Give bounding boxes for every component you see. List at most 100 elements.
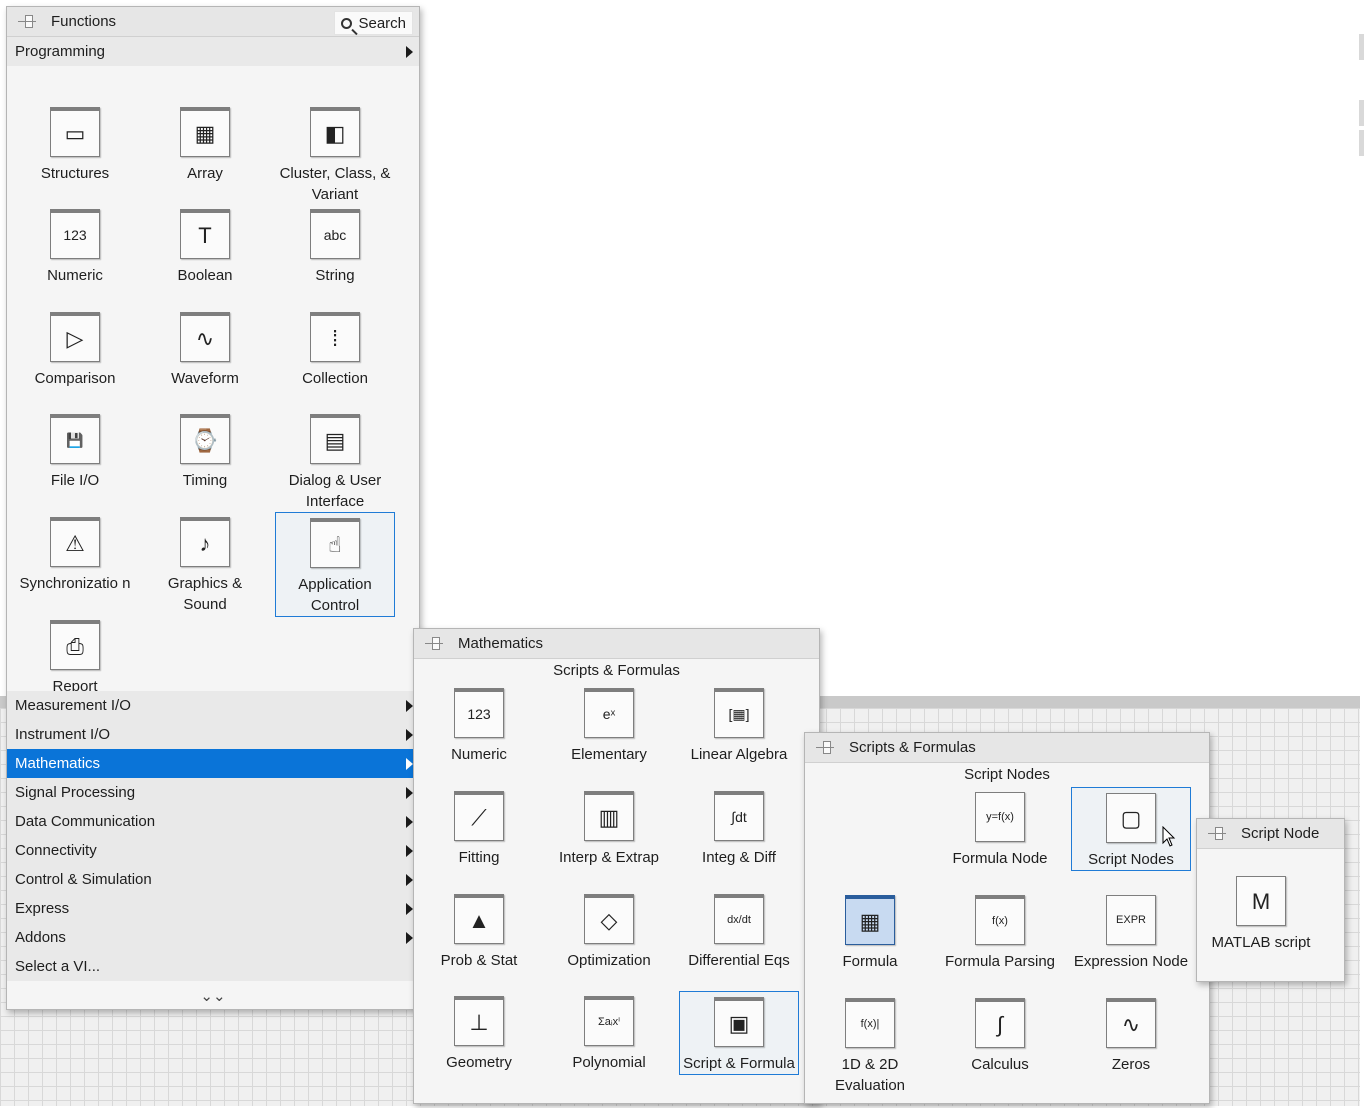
structures-palette-item[interactable]: ▭ Structures [15, 102, 135, 184]
dialog-palette-item[interactable]: ▤ Dialog & User Interface [275, 409, 395, 512]
timing-palette-item[interactable]: ⌚ Timing [145, 409, 265, 491]
submenu-arrow-icon [406, 932, 413, 944]
boolean-palette-item[interactable]: T Boolean [145, 204, 265, 286]
item-label: MATLAB script [1211, 934, 1311, 951]
icon-glyph: EXPR [1116, 913, 1146, 926]
icon-glyph: ∫ [996, 1012, 1004, 1037]
pin-icon[interactable] [17, 14, 37, 30]
optimization-palette-item[interactable]: ◇ Optimization [549, 889, 669, 971]
item-label: Array [187, 165, 223, 182]
item-label: Differential Eqs [688, 952, 790, 969]
item-label: Linear Algebra [690, 746, 788, 763]
geometry-palette-item[interactable]: ⊥ Geometry [419, 991, 539, 1073]
script-node-palette: Script Node M MATLAB script [1196, 818, 1345, 982]
icon-glyph: f(x) [992, 915, 1008, 927]
pin-icon[interactable] [1207, 826, 1227, 842]
integ-diff-palette-item[interactable]: ∫dt Integ & Diff [679, 786, 799, 868]
formula-palette-item[interactable]: ▦ Formula [810, 890, 930, 972]
expression-node-palette-item[interactable]: EXPR Expression Node [1071, 890, 1191, 972]
item-label: Prob & Stat [440, 952, 518, 969]
mathematics-title-bar[interactable]: Mathematics [414, 629, 819, 659]
item-label: Cluster, Class, & Variant [279, 165, 391, 203]
differential-eqs-palette-item[interactable]: dx/dt Differential Eqs [679, 889, 799, 971]
pin-icon[interactable] [815, 740, 835, 756]
palette-title: Scripts & Formulas [849, 739, 976, 756]
category-label: Mathematics [15, 755, 101, 772]
matlab-script-palette-item[interactable]: M MATLAB script [1201, 871, 1321, 953]
icon-glyph: ⟋ [471, 805, 487, 830]
item-label: Graphics & Sound [167, 575, 243, 613]
synchronization-palette-item[interactable]: ⚠ Synchronizatio n [15, 512, 135, 594]
item-label: Collection [302, 370, 368, 387]
icon-glyph: ∫dt [731, 809, 747, 825]
array-palette-item[interactable]: ▦ Array [145, 102, 265, 184]
search-label: Search [358, 14, 406, 32]
comparison-palette-item[interactable]: ▷ Comparison [15, 307, 135, 389]
category-label: Connectivity [15, 842, 97, 859]
polynomial-palette-item[interactable]: Σaᵢxⁱ Polynomial [549, 991, 669, 1073]
functions-title-bar[interactable]: Functions Search [7, 7, 419, 37]
script-node-title-bar[interactable]: Script Node [1197, 819, 1344, 849]
fitting-icon: ⟋ [454, 791, 504, 841]
zeros-palette-item[interactable]: ∿ Zeros [1071, 993, 1191, 1075]
evaluation-icon: f(x)| [845, 998, 895, 1048]
category-express[interactable]: Express [7, 894, 419, 923]
item-label: Calculus [971, 1056, 1029, 1073]
category-mathematics[interactable]: Mathematics [7, 749, 419, 778]
elementary-icon: eˣ [584, 688, 634, 738]
item-label: Interp & Extrap [558, 849, 660, 866]
file-io-palette-item[interactable]: 💾 File I/O [15, 409, 135, 491]
application-control-palette-item[interactable]: ☝ Application Control [275, 512, 395, 617]
formula-parsing-palette-item[interactable]: f(x) Formula Parsing [940, 890, 1060, 972]
icon-glyph: Σaᵢxⁱ [597, 1016, 621, 1028]
scripts-title-bar[interactable]: Scripts & Formulas [805, 733, 1209, 763]
prob-stat-palette-item[interactable]: ▲ Prob & Stat [419, 889, 539, 971]
item-label: File I/O [50, 472, 100, 489]
category-signal-processing[interactable]: Signal Processing [7, 778, 419, 807]
pin-icon[interactable] [424, 636, 444, 652]
cluster-palette-item[interactable]: ◧ Cluster, Class, & Variant [275, 102, 395, 205]
collection-palette-item[interactable]: ⁞ Collection [275, 307, 395, 389]
more-chevron-icon[interactable]: ⌄⌄ [7, 981, 419, 1005]
evaluation-palette-item[interactable]: f(x)| 1D & 2D Evaluation [810, 993, 930, 1096]
category-data-communication[interactable]: Data Communication [7, 807, 419, 836]
numeric-palette-item[interactable]: 123 Numeric [419, 683, 539, 765]
icon-glyph: ∿ [195, 326, 215, 351]
icon-glyph: M [1251, 888, 1271, 914]
graphics-sound-icon: ♪ [180, 517, 230, 567]
interp-palette-item[interactable]: ▥ Interp & Extrap [549, 786, 669, 868]
calculus-palette-item[interactable]: ∫ Calculus [940, 993, 1060, 1075]
category-instrument-i-o[interactable]: Instrument I/O [7, 720, 419, 749]
category-measurement-i-o[interactable]: Measurement I/O [7, 691, 419, 720]
item-label: Dialog & User Interface [288, 472, 382, 510]
icon-glyph: f(x)| [860, 1018, 880, 1030]
category-select-a-vi[interactable]: Select a VI... [7, 952, 419, 981]
category-connectivity[interactable]: Connectivity [7, 836, 419, 865]
formula-node-palette-item[interactable]: y=f(x) Formula Node [940, 787, 1060, 869]
script-node-grid: M MATLAB script [1197, 849, 1344, 969]
submenu-arrow-icon [406, 787, 413, 799]
category-control-simulation[interactable]: Control & Simulation [7, 865, 419, 894]
linear-algebra-palette-item[interactable]: [▦] Linear Algebra [679, 683, 799, 765]
fitting-palette-item[interactable]: ⟋ Fitting [419, 786, 539, 868]
category-label: Data Communication [15, 813, 156, 830]
string-palette-item[interactable]: abc String [275, 204, 395, 286]
elementary-palette-item[interactable]: eˣ Elementary [549, 683, 669, 765]
item-label: Boolean [177, 267, 233, 284]
matlab-script-icon: M [1236, 876, 1286, 926]
item-label: Script Nodes [1088, 851, 1174, 868]
integ-diff-icon: ∫dt [714, 791, 764, 841]
category-label: Signal Processing [15, 784, 136, 801]
scroll-edge [1359, 100, 1364, 126]
category-programming[interactable]: Programming [7, 37, 419, 66]
item-label: Synchronizatio n [19, 575, 131, 592]
category-label: Control & Simulation [15, 871, 152, 888]
icon-glyph: ▢ [1120, 805, 1142, 831]
search-button[interactable]: Search [334, 11, 413, 35]
calculus-icon: ∫ [975, 998, 1025, 1048]
category-addons[interactable]: Addons [7, 923, 419, 952]
waveform-palette-item[interactable]: ∿ Waveform [145, 307, 265, 389]
graphics-sound-palette-item[interactable]: ♪ Graphics & Sound [145, 512, 265, 615]
script-formula-palette-item[interactable]: ▣ Script & Formula [679, 991, 799, 1075]
numeric-palette-item[interactable]: 123 Numeric [15, 204, 135, 286]
